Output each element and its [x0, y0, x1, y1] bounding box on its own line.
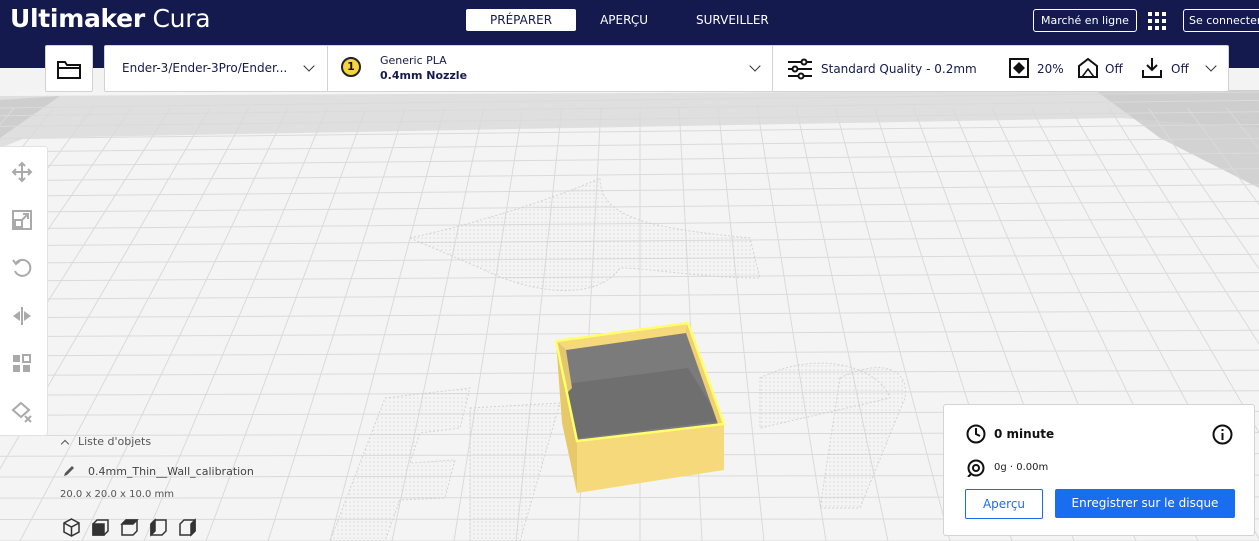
print-time: 0 minute [994, 427, 1055, 441]
chevron-down-icon [303, 60, 315, 72]
scale-tool-icon[interactable] [11, 209, 33, 231]
printer-selector[interactable]: Ender-3/Ender-3Pro/Ender... [105, 46, 328, 91]
configuration-bar: Ender-3/Ender-3Pro/Ender... 1 Generic PL… [104, 45, 1229, 92]
per-model-settings-icon[interactable] [11, 353, 33, 375]
tab-monitor[interactable]: SURVEILLER [672, 9, 793, 31]
material-name: Generic PLA [380, 54, 447, 67]
marketplace-button[interactable]: Marché en ligne [1033, 9, 1137, 32]
object-list-toggle[interactable]: Liste d'objets [60, 435, 152, 449]
signin-button[interactable]: Se connecter [1183, 9, 1259, 32]
apps-grid-icon[interactable] [1147, 11, 1167, 31]
adhesion-value: Off [1171, 62, 1189, 76]
view-right-icon[interactable] [178, 518, 197, 537]
mirror-tool-icon[interactable] [11, 305, 33, 327]
view-3d-icon[interactable] [62, 518, 81, 537]
preview-button[interactable]: Aperçu [965, 489, 1043, 519]
adhesion-icon [1142, 58, 1162, 78]
move-tool-icon[interactable] [11, 161, 33, 183]
infill-value: 20% [1037, 62, 1064, 76]
spool-icon [967, 459, 985, 477]
view-left-icon[interactable] [149, 518, 168, 537]
app-logo: Ultimaker Cura [10, 4, 211, 33]
info-icon[interactable] [1212, 424, 1233, 445]
support-value: Off [1105, 62, 1123, 76]
material-selector[interactable]: 1 Generic PLA 0.4mm Nozzle [327, 46, 773, 91]
clock-icon [966, 424, 986, 444]
settings-sliders-icon [788, 58, 812, 80]
rotate-tool-icon[interactable] [11, 257, 33, 279]
support-icon [1078, 57, 1098, 78]
folder-icon [57, 61, 81, 79]
object-list-label: Liste d'objets [78, 435, 152, 448]
save-to-disk-button[interactable]: Enregistrer sur le disque [1055, 489, 1235, 518]
object-name: 0.4mm_Thin__Wall_calibration [88, 465, 254, 478]
object-dimensions: 20.0 x 20.0 x 10.0 mm [60, 489, 175, 500]
tab-prepare[interactable]: PRÉPARER [466, 9, 577, 31]
support-blocker-icon[interactable] [11, 401, 33, 423]
print-info-panel: 0 minute 0g · 0.00m Aperçu Enregistrer s… [943, 404, 1255, 536]
extruder-badge: 1 [341, 57, 361, 77]
print-settings-selector[interactable]: Standard Quality - 0.2mm 20% Off Off [785, 46, 1225, 91]
open-file-button[interactable] [45, 45, 93, 92]
view-front-icon[interactable] [91, 518, 110, 537]
infill-icon [1009, 58, 1029, 78]
tab-preview[interactable]: APERÇU [576, 9, 672, 31]
view-orientation-buttons [62, 518, 197, 537]
quality-label: Standard Quality - 0.2mm [821, 62, 977, 76]
printer-name: Ender-3/Ender-3Pro/Ender... [122, 61, 288, 75]
chevron-down-icon [1205, 60, 1217, 72]
stage-tabs: PRÉPARER APERÇU SURVEILLER [466, 9, 793, 31]
material-usage: 0g · 0.00m [994, 462, 1049, 473]
chevron-down-icon [749, 60, 761, 72]
tool-bar [0, 146, 48, 436]
view-top-icon[interactable] [120, 518, 139, 537]
edit-pencil-icon[interactable] [63, 465, 75, 477]
chevron-up-icon [60, 439, 70, 449]
nozzle-size: 0.4mm Nozzle [380, 69, 468, 82]
